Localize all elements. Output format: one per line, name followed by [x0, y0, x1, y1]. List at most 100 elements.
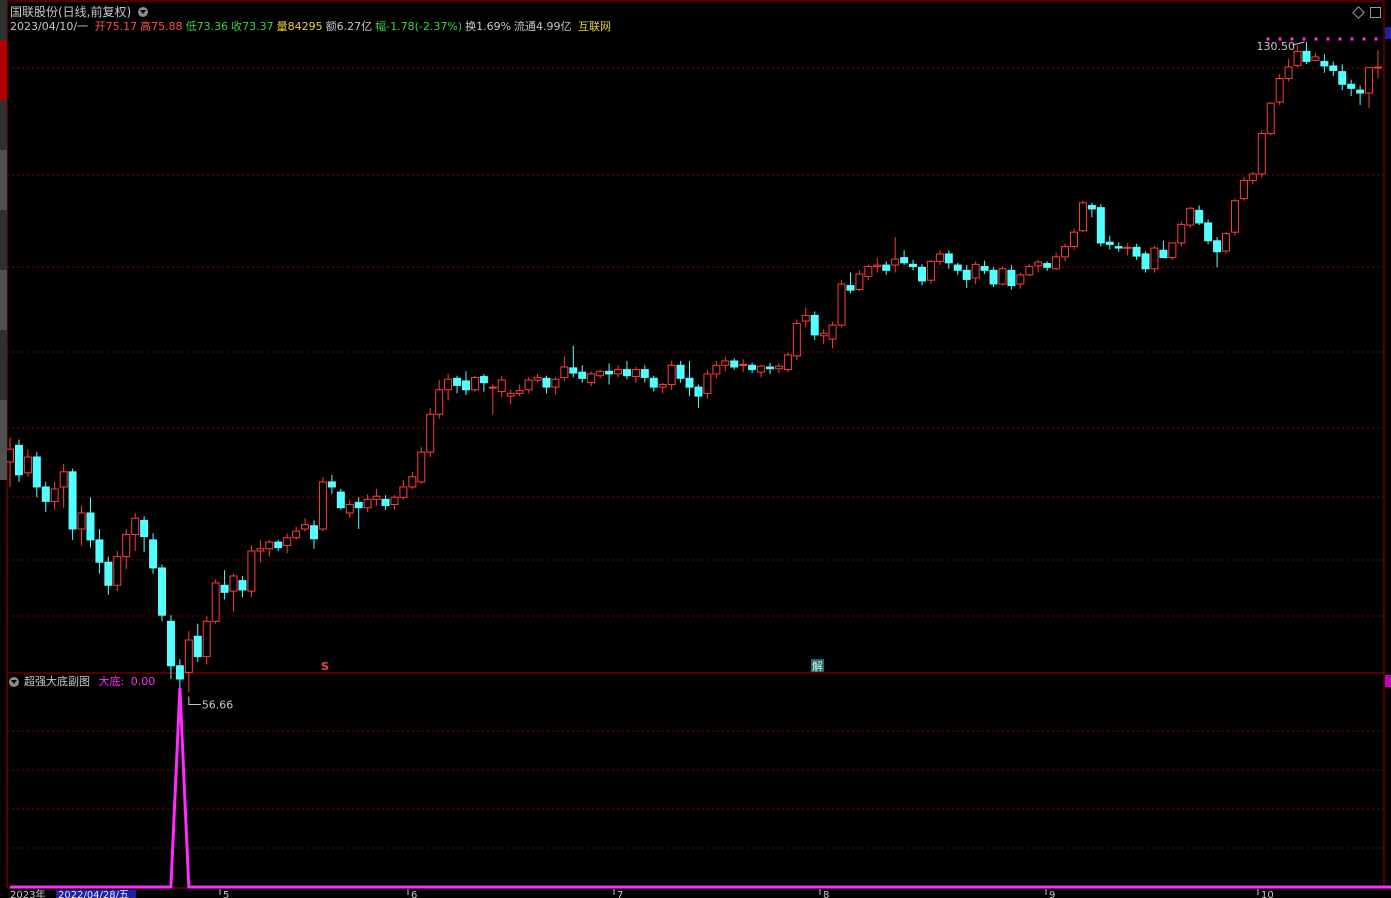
left-strip-tab[interactable] [0, 330, 7, 401]
candle-body [122, 533, 131, 558]
candle [462, 371, 470, 396]
left-strip-tab[interactable] [0, 270, 7, 331]
candle [363, 494, 372, 512]
left-strip-tab[interactable] [0, 150, 7, 211]
candle [50, 481, 59, 510]
window-button-icon[interactable] [1370, 7, 1381, 18]
candle [327, 474, 336, 495]
candle-body [846, 285, 855, 291]
candle-body [1096, 207, 1105, 244]
candle [1150, 245, 1159, 273]
candle [739, 359, 748, 373]
left-strip-tab[interactable] [0, 100, 7, 151]
candle-body [140, 519, 149, 538]
candle-body [6, 448, 14, 463]
candle-body [1150, 247, 1159, 270]
candle [399, 479, 408, 500]
candle [113, 550, 122, 592]
candle-body [926, 260, 935, 281]
candle [479, 373, 488, 392]
candle-body [184, 639, 193, 673]
candle [828, 321, 837, 349]
quote-item-label: 高 [140, 20, 152, 33]
candle-body [426, 413, 435, 453]
candle-body [1034, 261, 1043, 267]
candle [175, 659, 184, 689]
candle-body [962, 269, 971, 280]
candle [14, 439, 23, 482]
candle-body [560, 366, 569, 378]
axis-tick-label: 8 [823, 890, 829, 898]
candle-body [1204, 222, 1213, 242]
candle-body [113, 556, 122, 586]
indicator-name[interactable]: 超强大底副图 [24, 675, 90, 688]
candle [1230, 198, 1239, 236]
candle [1275, 73, 1284, 105]
candle [149, 533, 158, 574]
left-tab-strip[interactable] [0, 0, 7, 500]
candle-body [363, 498, 372, 509]
candle-body [86, 512, 95, 541]
indicator-dropdown-icon[interactable] [9, 677, 19, 687]
candle-body [435, 389, 444, 415]
candle [131, 512, 140, 551]
candle [336, 489, 345, 510]
candle [372, 489, 381, 506]
candle-body [900, 257, 909, 264]
indicator-series [10, 687, 1391, 889]
candle-body [596, 370, 605, 377]
candle [1266, 101, 1275, 136]
candle [909, 259, 918, 271]
candle [345, 499, 354, 519]
candle [605, 363, 614, 385]
candle [229, 573, 238, 612]
candle [104, 556, 113, 595]
left-strip-tab[interactable] [0, 40, 7, 101]
candle-body [354, 501, 363, 509]
candle-body [587, 373, 596, 384]
candle-body [828, 324, 837, 340]
candle [417, 447, 426, 484]
candle [766, 362, 774, 374]
left-strip-tab[interactable] [0, 210, 7, 271]
candle-body [1061, 246, 1070, 258]
candle [1114, 242, 1123, 252]
quote-item-value: 73.37 [242, 20, 274, 33]
candle [506, 389, 515, 405]
candle [1347, 79, 1356, 96]
candle [292, 526, 301, 540]
quote-item: 收73.37 [231, 20, 274, 33]
candle-body [470, 376, 479, 391]
candle-body [1159, 249, 1168, 259]
candle-body [59, 471, 68, 488]
candle-body [247, 550, 256, 592]
candle-body [1114, 246, 1123, 249]
candle [819, 329, 828, 345]
candle [846, 272, 855, 294]
candle-body [810, 314, 819, 336]
chart-canvas[interactable]: 130.50 56.66 S 解 2023年 2022/04/28/五 5 6 7 8 9 10 [0, 0, 1391, 898]
candle [1087, 202, 1096, 218]
candle [792, 319, 801, 361]
candle [801, 307, 810, 328]
candle-body [1266, 102, 1275, 135]
quote-item: 换1.69% [465, 20, 511, 33]
candle-body [1025, 266, 1034, 276]
candle [41, 481, 50, 512]
candle [1016, 272, 1025, 289]
candle [426, 407, 435, 457]
candle [685, 360, 694, 397]
title-dropdown-icon[interactable] [138, 7, 149, 17]
left-strip-tab[interactable] [0, 0, 7, 41]
left-strip-tab[interactable] [0, 400, 7, 481]
candle-body [533, 376, 542, 381]
candle [524, 377, 533, 394]
candle [202, 616, 211, 665]
candle-body [640, 369, 649, 378]
candle [998, 266, 1007, 286]
quote-sector[interactable]: 互联网 [578, 20, 611, 33]
candle [837, 280, 846, 328]
candle-body [453, 377, 462, 386]
candle-body [1257, 133, 1266, 175]
candle [497, 375, 506, 397]
